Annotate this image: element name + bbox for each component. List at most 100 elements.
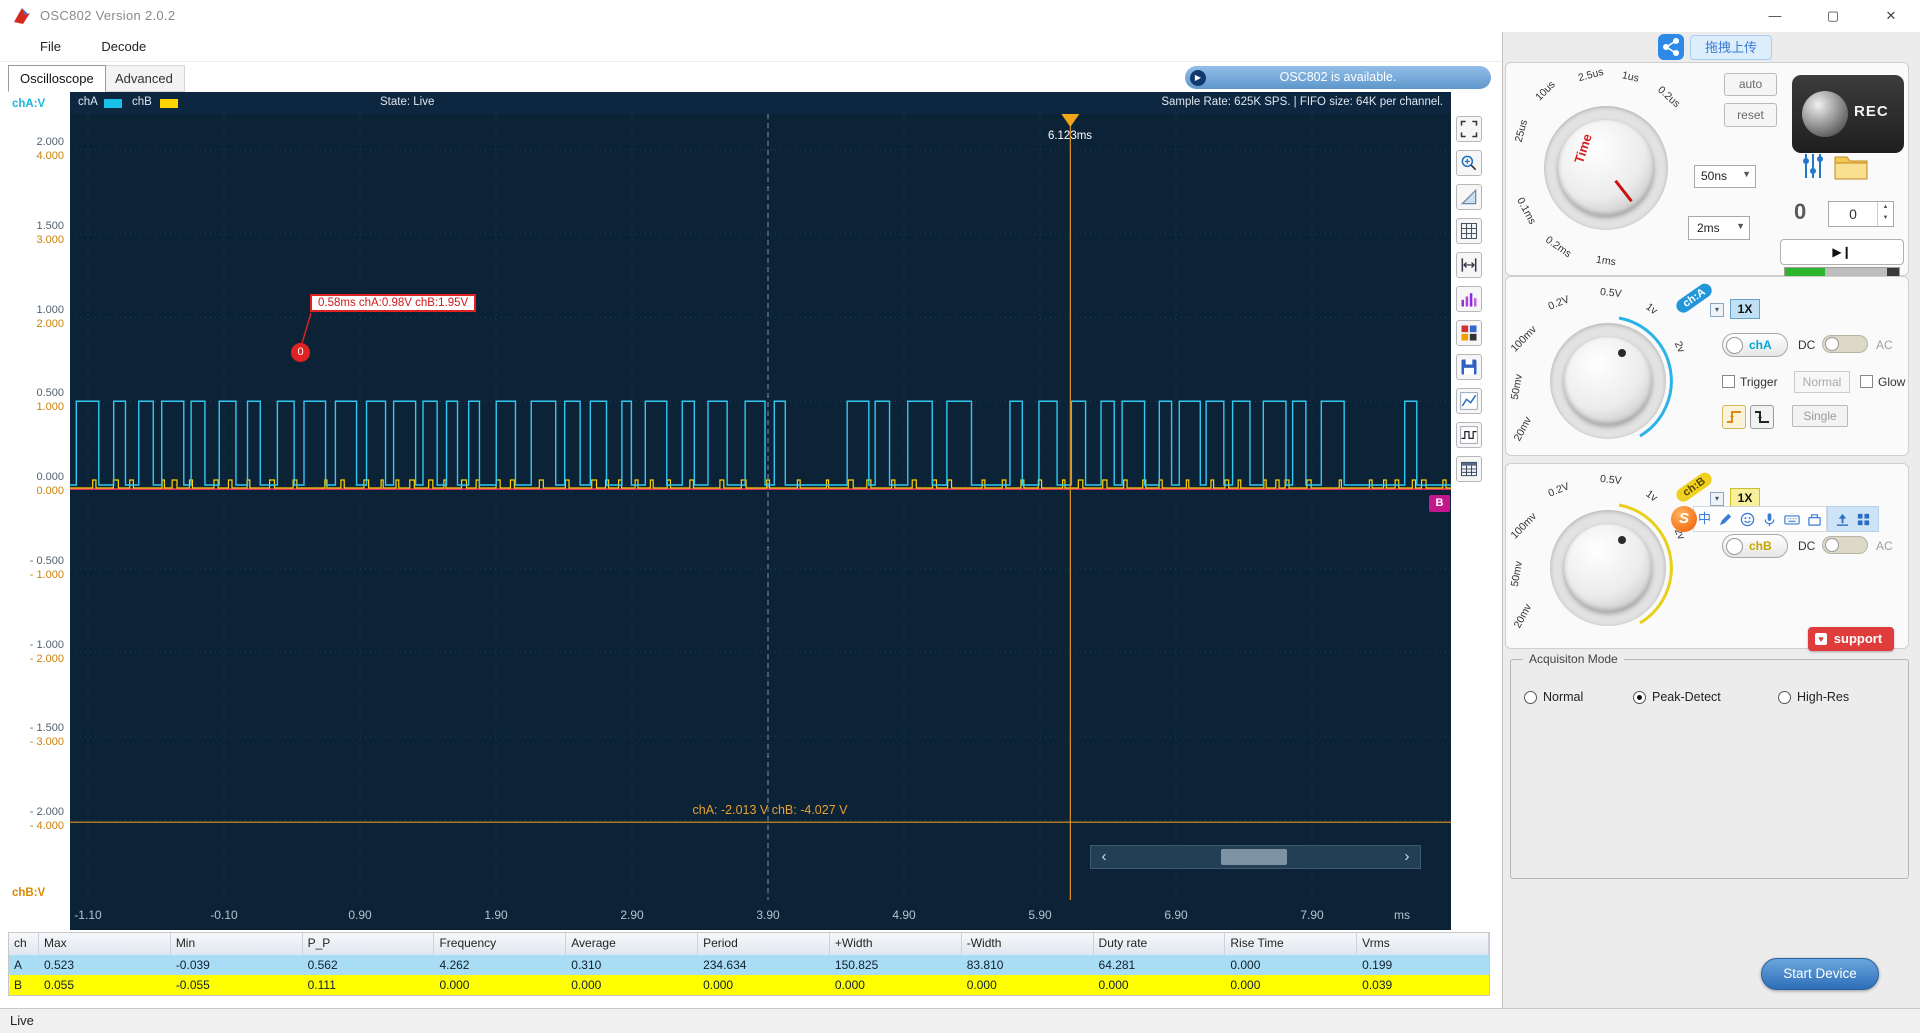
legend-chB: chB <box>132 96 152 108</box>
axis-chB-label: chB:V <box>12 887 46 899</box>
measurement-table: ch Max Min P_P Frequency Average Period … <box>8 932 1490 996</box>
start-device-button[interactable]: Start Device <box>1761 958 1879 990</box>
menu-decode[interactable]: Decode <box>83 32 164 61</box>
horizontal-measure-icon[interactable] <box>1456 252 1482 278</box>
app-logo-icon <box>14 8 30 24</box>
frame-spinbox[interactable]: 0 ▲ ▼ <box>1828 201 1894 227</box>
trigger-checkbox[interactable] <box>1722 375 1735 388</box>
trigger-mode-box[interactable]: Normal <box>1794 371 1850 393</box>
ime-logo-icon[interactable]: S <box>1671 506 1697 532</box>
glow-checkbox[interactable] <box>1860 375 1873 388</box>
scroll-left-icon[interactable]: ‹ <box>1093 846 1115 868</box>
chA-coupling-toggle[interactable] <box>1822 335 1868 353</box>
single-trigger-button[interactable]: Single <box>1792 405 1848 427</box>
cell: 0.000 <box>834 978 865 992</box>
col-frequency: Frequency <box>434 933 567 955</box>
close-icon[interactable]: ✕ <box>1862 0 1920 32</box>
radio-peak-detect[interactable]: Peak-Detect <box>1633 690 1721 704</box>
radio-icon[interactable] <box>1778 690 1791 704</box>
chart-icon[interactable] <box>1456 388 1482 414</box>
rising-edge-icon[interactable] <box>1722 405 1746 429</box>
y-tick-chA: 1.500 <box>36 219 64 232</box>
axis-chA-label: chA:V <box>12 98 46 110</box>
support-button[interactable]: ♥ support <box>1808 627 1894 651</box>
chB-enable-toggle[interactable]: chB <box>1722 534 1788 558</box>
folder-icon[interactable] <box>1832 149 1870 183</box>
cell: 0.000 <box>1098 978 1129 992</box>
waveform-icon[interactable] <box>1456 422 1482 448</box>
x-tick: 4.90 <box>892 908 916 922</box>
toggle-knob <box>1726 337 1743 354</box>
cursor-time-label: 6.123ms <box>1047 130 1093 142</box>
chA-color-swatch[interactable] <box>104 99 122 108</box>
auto-button[interactable]: auto <box>1724 73 1777 96</box>
y-tick-chA: 0.500 <box>36 387 64 400</box>
chA-probe-dropdown-icon[interactable]: ▾ <box>1710 303 1724 317</box>
chA-toggle-label: chA <box>1749 338 1772 352</box>
radio-icon[interactable] <box>1633 690 1646 704</box>
tab-advanced[interactable]: Advanced <box>103 65 185 92</box>
table-icon[interactable] <box>1456 456 1482 482</box>
maximize-icon[interactable]: ▢ <box>1804 0 1862 32</box>
spectrum-icon[interactable] <box>1456 286 1482 312</box>
marker-badge[interactable]: 0 <box>291 343 310 362</box>
chB-probe-ratio[interactable]: 1X <box>1730 488 1760 508</box>
keyboard-icon[interactable] <box>1784 512 1800 527</box>
cell: 0.199 <box>1362 958 1393 972</box>
chB-ac-label[interactable]: AC <box>1876 539 1893 553</box>
toolbox-icon[interactable] <box>1807 512 1822 527</box>
sliders-icon[interactable] <box>1800 151 1826 181</box>
cell: 4.262 <box>439 958 470 972</box>
scroll-right-icon[interactable]: › <box>1396 846 1418 868</box>
emoji-icon[interactable] <box>1740 512 1755 527</box>
chA-ac-label[interactable]: AC <box>1876 338 1893 352</box>
sample-rate-info: Sample Rate: 625K SPS. | FIFO size: 64K … <box>1161 96 1443 108</box>
chB-volts-knob[interactable] <box>1564 524 1652 612</box>
radio-normal[interactable]: Normal <box>1524 690 1583 704</box>
status-banner-text: OSC802 is available. <box>1279 70 1397 84</box>
pen-icon[interactable] <box>1718 512 1733 527</box>
expand-icon[interactable] <box>1456 116 1482 142</box>
falling-edge-icon[interactable] <box>1750 405 1774 429</box>
chB-dc-label[interactable]: DC <box>1798 539 1815 553</box>
chB-probe-dropdown-icon[interactable]: ▾ <box>1710 492 1724 506</box>
microphone-icon[interactable] <box>1762 512 1777 527</box>
chevron-down-icon: ▼ <box>1736 221 1745 231</box>
scrollbar-thumb[interactable] <box>1221 849 1287 865</box>
menu-file[interactable]: File <box>22 32 79 61</box>
tab-oscilloscope[interactable]: Oscilloscope <box>8 65 106 92</box>
waveform-canvas[interactable] <box>70 114 1479 900</box>
waveform-plot[interactable]: 6.123ms 0.58ms chA:0.98V chB:1.95V 0 chA… <box>70 114 1479 900</box>
ime-language-icon[interactable]: 中 <box>1698 507 1711 531</box>
share-hub-icon[interactable] <box>1658 34 1684 60</box>
timebase-select[interactable]: 2ms ▼ <box>1688 216 1750 240</box>
zoom-in-icon[interactable] <box>1456 150 1482 176</box>
radio-high-res[interactable]: High-Res <box>1778 690 1849 704</box>
col-average: Average <box>566 933 699 955</box>
y-tick-chB: - 2.000 <box>29 652 64 665</box>
control-panel: Time 25us 10us 2.5us 1us 0.2us 0.1ms 0.2ms 1ms … <box>1502 32 1920 1008</box>
trigger-time-select[interactable]: 50ns ▼ <box>1694 165 1756 188</box>
play-pause-button[interactable]: ▶❙ <box>1780 239 1904 265</box>
chB-position-marker[interactable]: B <box>1429 495 1450 512</box>
minimize-icon[interactable]: — <box>1746 0 1804 32</box>
chA-probe-ratio[interactable]: 1X <box>1730 299 1760 319</box>
app-grid-icon[interactable] <box>1856 512 1871 527</box>
radio-icon[interactable] <box>1524 690 1537 704</box>
chA-volts-knob[interactable] <box>1564 337 1652 425</box>
rec-knob[interactable] <box>1802 91 1848 137</box>
chB-coupling-toggle[interactable] <box>1822 536 1868 554</box>
reset-button[interactable]: reset <box>1724 103 1777 127</box>
grid-icon[interactable] <box>1456 218 1482 244</box>
spinner-arrows-icon[interactable]: ▲ ▼ <box>1877 202 1893 226</box>
chB-color-swatch[interactable] <box>160 99 178 108</box>
time-knob[interactable] <box>1558 120 1654 216</box>
drag-upload-button[interactable]: 拖拽上传 <box>1690 34 1773 60</box>
chA-enable-toggle[interactable]: chA <box>1722 333 1788 357</box>
tiles-icon[interactable] <box>1456 320 1482 346</box>
horizontal-scrollbar[interactable]: ‹ › <box>1090 845 1421 869</box>
upload-arrow-icon[interactable] <box>1835 512 1850 527</box>
save-icon[interactable] <box>1456 354 1482 380</box>
chA-dc-label[interactable]: DC <box>1798 338 1815 352</box>
triangle-ruler-icon[interactable] <box>1456 184 1482 210</box>
